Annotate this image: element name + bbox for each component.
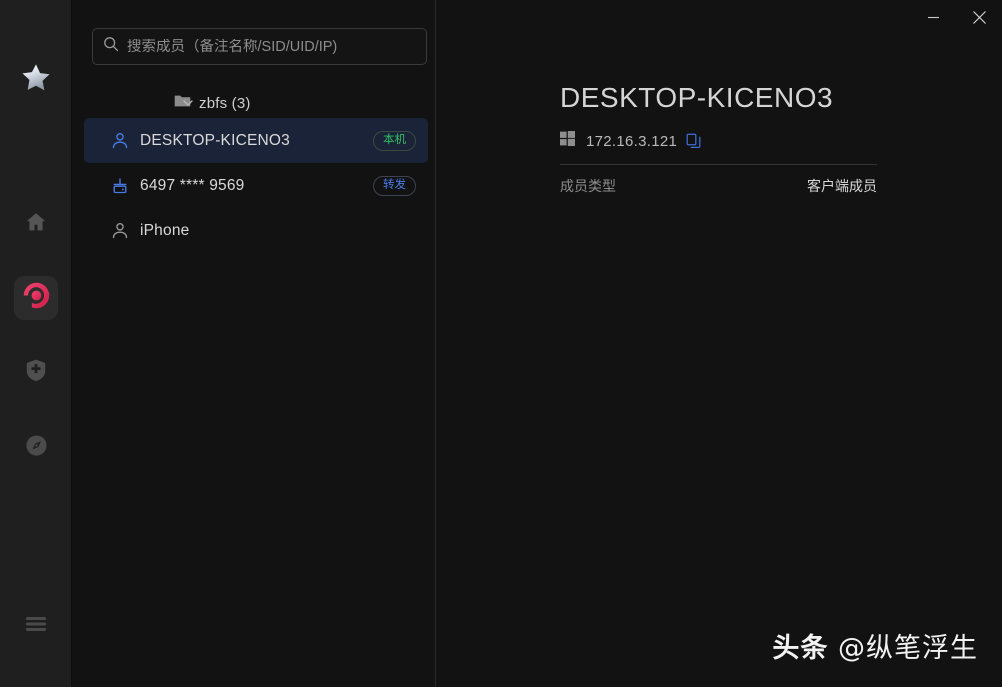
copy-icon[interactable] xyxy=(686,133,702,149)
page-title: DESKTOP-KICENO3 xyxy=(560,82,834,113)
tree-folder-zbfs[interactable]: zbfs (3) xyxy=(84,88,428,118)
member-list-panel: zbfs (3) DESKTOP-KICENO3 本机 xyxy=(72,0,436,687)
shield-plus-icon xyxy=(25,358,47,387)
info-value: 客户端成员 xyxy=(807,178,877,194)
status-badge-local: 本机 xyxy=(373,130,416,151)
ip-address-row: 172.16.3.121 xyxy=(560,130,702,152)
close-button[interactable] xyxy=(956,0,1002,34)
hamburger-menu-icon xyxy=(25,616,47,637)
member-row-forward[interactable]: 6497 **** 9569 转发 xyxy=(84,163,428,208)
member-name: 6497 **** 9569 xyxy=(140,176,245,194)
rail-item-network[interactable] xyxy=(14,276,58,320)
member-detail-panel: DESKTOP-KICENO3 172.16.3.121 成员类型 客户端成员 … xyxy=(436,0,1002,687)
search-box[interactable] xyxy=(92,28,427,65)
ip-address-value: 172.16.3.121 xyxy=(586,132,678,150)
star-icon xyxy=(21,63,51,97)
status-badge-forward: 转发 xyxy=(373,175,416,196)
search-input[interactable] xyxy=(127,38,416,55)
member-row-iphone[interactable]: iPhone xyxy=(84,208,428,253)
minimize-button[interactable] xyxy=(910,0,956,34)
rail-item-favorites[interactable] xyxy=(14,58,58,102)
app-logo-icon xyxy=(23,282,50,314)
minimize-icon xyxy=(927,16,939,18)
member-tree: zbfs (3) DESKTOP-KICENO3 本机 6497 **** 95… xyxy=(84,88,428,253)
divider xyxy=(560,164,877,165)
info-label: 成员类型 xyxy=(560,178,616,194)
info-row-member-type: 成员类型 客户端成员 xyxy=(560,176,877,196)
windows-logo-icon xyxy=(560,131,575,151)
watermark: 头条 @纵笔浮生 xyxy=(772,626,978,665)
watermark-handle: @纵笔浮生 xyxy=(838,633,978,664)
rail-item-menu[interactable] xyxy=(14,604,58,648)
person-icon xyxy=(110,221,130,241)
window-controls xyxy=(910,0,1002,44)
search-icon xyxy=(103,36,119,57)
home-icon xyxy=(24,210,48,239)
app-window: zbfs (3) DESKTOP-KICENO3 本机 xyxy=(0,0,1002,687)
left-icon-rail xyxy=(0,0,72,687)
close-icon xyxy=(972,10,986,24)
member-name: DESKTOP-KICENO3 xyxy=(140,131,291,149)
rail-item-discover[interactable] xyxy=(14,426,58,470)
rail-item-home[interactable] xyxy=(14,202,58,246)
rail-item-security[interactable] xyxy=(14,350,58,394)
member-name: iPhone xyxy=(140,221,190,239)
person-icon xyxy=(110,131,130,151)
folder-label: zbfs (3) xyxy=(199,94,251,112)
router-device-icon xyxy=(110,176,130,196)
watermark-brand: 头条 xyxy=(772,633,829,664)
member-row-desktop[interactable]: DESKTOP-KICENO3 本机 xyxy=(84,118,428,163)
compass-icon xyxy=(25,434,48,462)
chevron-down-icon[interactable] xyxy=(181,96,195,110)
